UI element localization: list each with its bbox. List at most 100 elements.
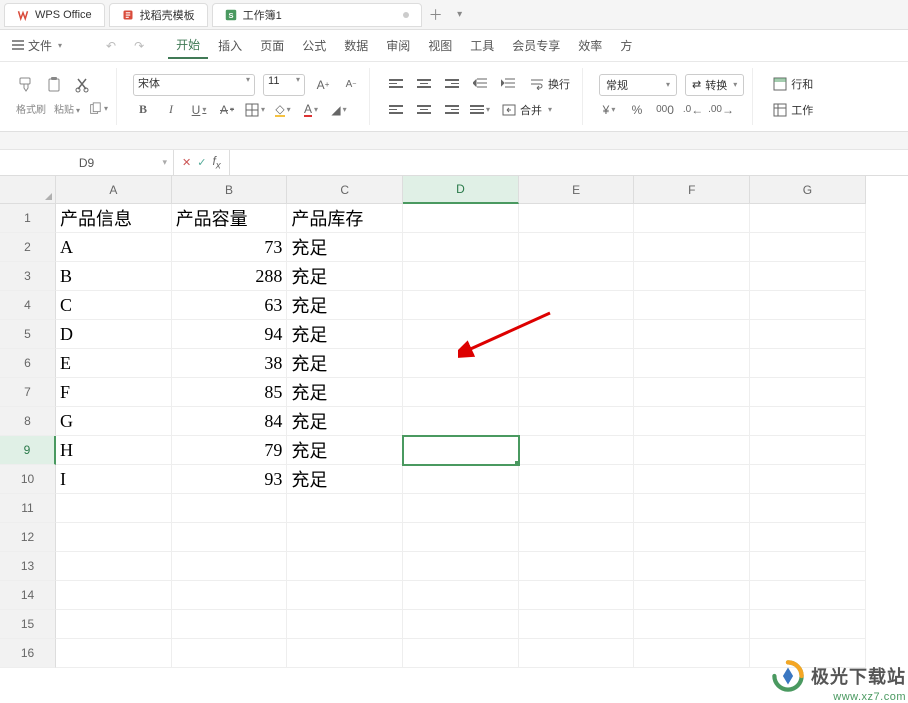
menu-redo[interactable]: ↷	[126, 35, 152, 57]
cell[interactable]	[519, 349, 635, 378]
comma-button[interactable]: 000	[655, 100, 675, 120]
name-box[interactable]: D9 ▾	[0, 150, 174, 175]
menu-page[interactable]: 页面	[252, 33, 292, 58]
cell[interactable]: 充足	[287, 407, 403, 436]
align-top-button[interactable]	[386, 74, 406, 94]
row-header[interactable]: 12	[0, 523, 56, 552]
fill-color-button[interactable]: ◇▾	[273, 100, 293, 120]
cell[interactable]	[172, 581, 288, 610]
tab-list-dropdown[interactable]: ▾	[450, 5, 470, 25]
font-family-select[interactable]: 宋体▾	[133, 74, 255, 96]
cell[interactable]: 充足	[287, 320, 403, 349]
cell[interactable]: 产品信息	[56, 204, 172, 233]
increase-decimal-button[interactable]: .00→	[711, 100, 731, 120]
cell[interactable]	[56, 523, 172, 552]
cell[interactable]: D	[56, 320, 172, 349]
row-header[interactable]: 9	[0, 436, 56, 465]
cell[interactable]	[287, 552, 403, 581]
cell[interactable]	[172, 639, 288, 668]
cell[interactable]	[750, 320, 866, 349]
cell[interactable]	[519, 523, 635, 552]
cell[interactable]	[403, 378, 519, 407]
cell[interactable]	[634, 436, 750, 465]
cell[interactable]: 充足	[287, 262, 403, 291]
row-header[interactable]: 7	[0, 378, 56, 407]
cell[interactable]	[519, 436, 635, 465]
menu-start[interactable]: 开始	[168, 32, 208, 59]
cell[interactable]	[634, 407, 750, 436]
menu-efficiency[interactable]: 效率	[570, 33, 610, 58]
cell[interactable]	[403, 581, 519, 610]
cell[interactable]	[634, 320, 750, 349]
cell[interactable]: 73	[172, 233, 288, 262]
align-center-button[interactable]	[414, 100, 434, 120]
cell[interactable]	[403, 233, 519, 262]
column-header[interactable]: B	[172, 176, 288, 204]
cell[interactable]	[56, 610, 172, 639]
cell[interactable]	[287, 581, 403, 610]
cell[interactable]	[403, 494, 519, 523]
menu-insert[interactable]: 插入	[210, 33, 250, 58]
cell[interactable]	[750, 262, 866, 291]
row-header[interactable]: 4	[0, 291, 56, 320]
cell[interactable]	[56, 494, 172, 523]
cell[interactable]	[519, 204, 635, 233]
cell[interactable]	[519, 494, 635, 523]
align-left-button[interactable]	[386, 100, 406, 120]
cell[interactable]	[403, 204, 519, 233]
format-painter-icon[interactable]	[16, 75, 36, 95]
cell[interactable]	[750, 233, 866, 262]
cell[interactable]	[750, 581, 866, 610]
cell[interactable]: B	[56, 262, 172, 291]
align-right-button[interactable]	[442, 100, 462, 120]
cell[interactable]	[287, 523, 403, 552]
cell[interactable]	[750, 204, 866, 233]
row-header[interactable]: 15	[0, 610, 56, 639]
app-title-tab[interactable]: WPS Office	[4, 3, 105, 27]
cell[interactable]	[519, 581, 635, 610]
menu-more[interactable]: 方	[612, 33, 640, 58]
cut-icon[interactable]	[72, 75, 92, 95]
cell[interactable]: C	[56, 291, 172, 320]
align-bottom-button[interactable]	[442, 74, 462, 94]
cell[interactable]	[403, 349, 519, 378]
cell[interactable]	[403, 320, 519, 349]
row-col-button[interactable]: 行和	[769, 73, 817, 95]
document-tab-templates[interactable]: 找稻壳模板	[109, 3, 208, 27]
cell[interactable]: 84	[172, 407, 288, 436]
cell[interactable]	[750, 523, 866, 552]
cell[interactable]	[634, 552, 750, 581]
align-middle-button[interactable]	[414, 74, 434, 94]
paste-icon[interactable]	[44, 75, 64, 95]
cell[interactable]	[634, 581, 750, 610]
font-color-button[interactable]: A▾	[301, 100, 321, 120]
menu-formula[interactable]: 公式	[294, 33, 334, 58]
decrease-font-icon[interactable]: A−	[341, 75, 361, 95]
cell[interactable]	[634, 639, 750, 668]
cell[interactable]	[403, 552, 519, 581]
cell[interactable]: 79	[172, 436, 288, 465]
cell[interactable]: 85	[172, 378, 288, 407]
clear-format-button[interactable]: ◢▾	[329, 100, 349, 120]
cell[interactable]	[750, 436, 866, 465]
cell[interactable]: 充足	[287, 291, 403, 320]
cell[interactable]	[750, 494, 866, 523]
cell[interactable]	[519, 407, 635, 436]
document-tab-workbook[interactable]: S 工作簿1	[212, 3, 422, 27]
column-header[interactable]: D	[403, 176, 519, 204]
cell[interactable]: G	[56, 407, 172, 436]
cell[interactable]	[287, 494, 403, 523]
paste-label[interactable]: 粘贴▾	[54, 101, 80, 116]
indent-increase-button[interactable]	[498, 74, 518, 94]
row-header[interactable]: 14	[0, 581, 56, 610]
cell[interactable]	[750, 465, 866, 494]
cell[interactable]	[750, 378, 866, 407]
cell[interactable]: 38	[172, 349, 288, 378]
cell[interactable]	[403, 291, 519, 320]
wrap-text-button[interactable]: 换行	[526, 73, 574, 95]
formula-accept-button[interactable]: ✓	[197, 156, 206, 169]
cell[interactable]	[56, 581, 172, 610]
cell[interactable]	[56, 552, 172, 581]
file-menu[interactable]: 文件 ▾	[4, 33, 70, 58]
cell[interactable]	[634, 523, 750, 552]
